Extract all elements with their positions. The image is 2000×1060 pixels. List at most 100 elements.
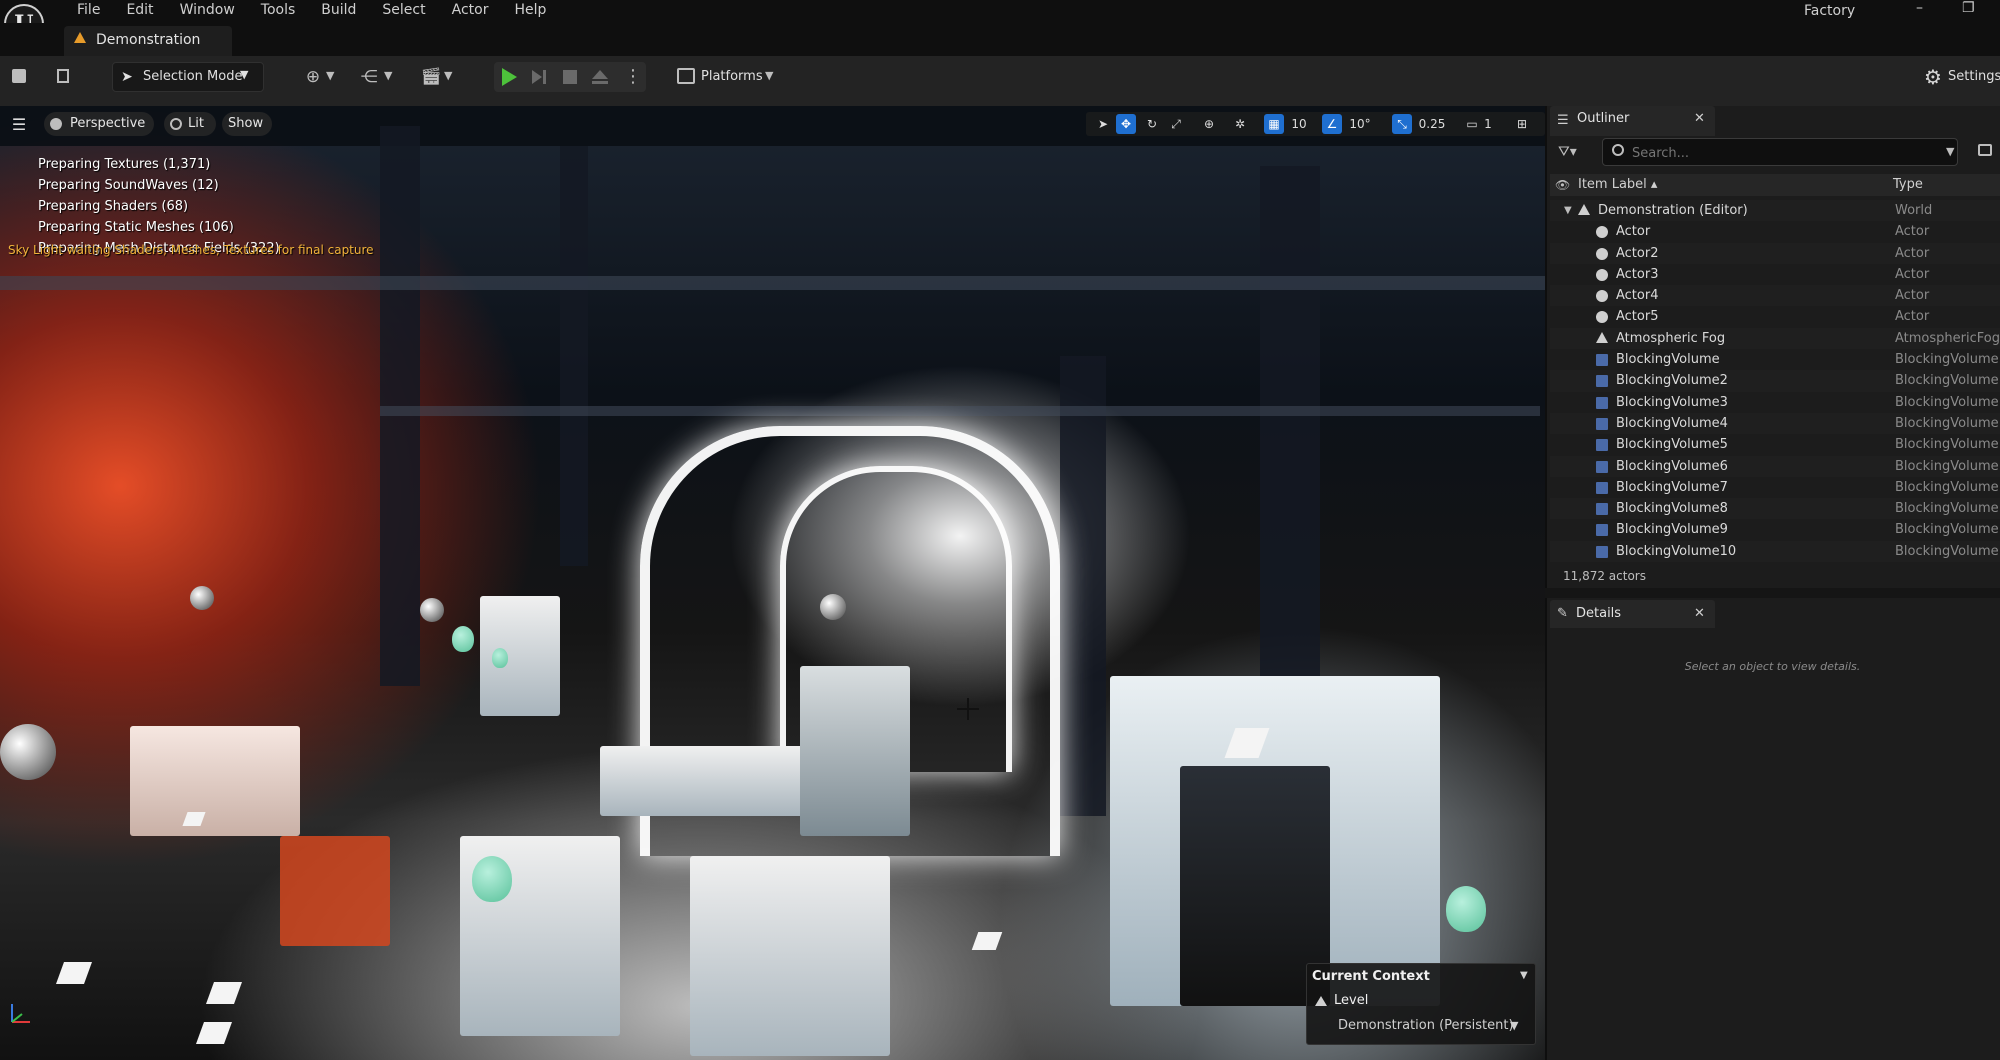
blocking-volume-icon [1596,545,1608,558]
blocking-volume-icon [1596,375,1608,388]
outliner-row-type: AtmosphericFog [1895,330,2000,346]
outliner-row[interactable]: Actor3 Actor [1550,264,2000,285]
translate-tool-icon[interactable]: ✥ [1116,114,1136,134]
outliner-row-label: BlockingVolume7 [1616,479,1728,495]
scale-tool-icon[interactable]: ⤢ [1166,114,1186,134]
outliner-row[interactable]: BlockingVolume10 BlockingVolume [1550,540,2000,563]
scale-snap-icon[interactable]: ⤡ [1392,114,1412,134]
details-empty-message: Select an object to view details. [1684,660,1861,673]
outliner-row-label: BlockingVolume5 [1616,437,1728,453]
grid-snap-icon[interactable]: ▦ [1264,114,1284,134]
details-tab[interactable] [1550,600,1715,628]
menu-file[interactable]: File [64,0,113,23]
settings-button[interactable]: Settings [1948,69,2000,84]
close-icon[interactable]: ✕ [1694,111,1705,126]
select-tool-icon[interactable]: ➤ [1094,114,1112,134]
document-tab-strip [0,23,2000,56]
outliner-row[interactable]: Actor5 Actor [1550,306,2000,327]
outliner-row-type: BlockingVolume [1895,522,1999,538]
rotation-snap-icon[interactable]: ∠ [1322,114,1342,134]
menu-actor[interactable]: Actor [439,0,502,23]
outliner-row-type: Actor [1895,309,1930,325]
scale-snap-value[interactable]: 0.25 [1416,114,1448,134]
outliner-row[interactable]: BlockingVolume4 BlockingVolume [1550,412,2000,435]
outliner-row[interactable]: BlockingVolume6 BlockingVolume [1550,455,2000,477]
grid-snap-value[interactable]: 10 [1288,114,1310,134]
menu-help[interactable]: Help [501,0,559,23]
outliner-row-type: BlockingVolume [1895,373,1999,389]
outliner-row-type: BlockingVolume [1895,352,1999,368]
world-icon [1578,204,1590,215]
outliner-row[interactable]: BlockingVolume3 BlockingVolume [1550,392,2000,413]
gear-icon[interactable]: ⚙ [1924,66,1942,88]
chevron-down-icon[interactable]: ▼ [384,69,392,82]
save-icon[interactable] [8,66,30,88]
world-space-icon[interactable]: ⊕ [1199,114,1219,134]
visibility-eye-icon[interactable]: 👁︎ [1555,178,1570,192]
menu-edit[interactable]: Edit [113,0,166,23]
play-icon[interactable] [502,68,517,86]
chevron-down-icon[interactable]: ▼ [1946,145,1954,158]
outliner-tab[interactable] [1550,106,1715,136]
chevron-down-icon[interactable]: ▼ [1520,970,1528,981]
add-folder-icon[interactable] [1978,144,1992,156]
chevron-down-icon[interactable]: ▼ [444,69,452,82]
rotate-tool-icon[interactable]: ↻ [1142,114,1162,134]
actor-billboard [55,962,93,984]
play-options-icon[interactable]: ⋮ [624,66,642,87]
expand-arrow-icon[interactable]: ▼ [1564,200,1572,221]
restore-button[interactable]: ❐ [1962,0,1975,16]
close-icon[interactable]: ✕ [1694,606,1705,621]
outliner-row[interactable]: Actor Actor [1550,221,2000,242]
chevron-down-icon[interactable]: ▼ [1510,1019,1518,1032]
skip-frame-icon[interactable] [532,70,546,84]
outliner-row[interactable]: BlockingVolume2 BlockingVolume [1550,370,2000,392]
chevron-down-icon[interactable]: ▼ [765,69,773,82]
outliner-row-label: BlockingVolume6 [1616,458,1728,474]
blueprint-icon[interactable]: ⋲ [358,66,380,88]
menu-build[interactable]: Build [308,0,369,23]
outliner-row[interactable]: Atmospheric Fog AtmosphericFog [1550,327,2000,350]
outliner-row-label: Demonstration (Editor) [1598,203,1748,218]
outliner-search-input[interactable] [1630,143,1934,163]
chevron-down-icon: ▼ [240,68,249,81]
outliner-row[interactable]: BlockingVolume9 BlockingVolume [1550,519,2000,540]
filter-icon[interactable]: ⛛▾ [1558,144,1577,160]
platforms-icon[interactable] [677,68,695,84]
chevron-down-icon[interactable]: ▼ [326,69,334,82]
outliner-row-label: Actor2 [1616,245,1659,261]
menu-tools[interactable]: Tools [248,0,309,23]
platforms-button[interactable]: Platforms [701,69,763,84]
type-column[interactable]: Type [1893,177,1923,192]
surface-snap-icon[interactable]: ✲ [1230,114,1250,134]
content-browser-icon[interactable] [54,66,76,88]
blocking-volume-icon [1596,503,1608,516]
actor-icon [1596,290,1608,303]
eject-icon[interactable] [592,70,608,84]
item-label-column[interactable]: Item Label ▴ [1578,177,1657,192]
actor-billboard [971,932,1003,950]
menu-window[interactable]: Window [167,0,248,23]
cinematics-icon[interactable]: 🎬︎ [420,66,442,88]
minimize-button[interactable]: – [1916,0,1923,16]
main-toolbar [0,56,2000,107]
outliner-row[interactable]: BlockingVolume7 BlockingVolume [1550,477,2000,498]
menu-select[interactable]: Select [369,0,438,23]
camera-speed-value[interactable]: 1 [1482,114,1494,134]
outliner-row[interactable]: ▼ Demonstration (Editor) World [1550,200,2000,222]
current-level-dropdown[interactable]: Demonstration (Persistent) [1338,1018,1514,1033]
crosshair-icon [967,698,969,720]
viewport-layout-icon[interactable]: ⊞ [1512,114,1532,134]
outliner-row[interactable]: BlockingVolume BlockingVolume [1550,349,2000,370]
outliner-row[interactable]: Actor4 Actor [1550,285,2000,307]
add-actor-icon[interactable]: ⊕ [302,66,324,88]
outliner-row-label: BlockingVolume3 [1616,394,1728,410]
hamburger-menu-icon[interactable]: ☰ [8,114,30,136]
camera-speed-icon[interactable]: ▭ [1462,114,1482,134]
outliner-row-label: BlockingVolume9 [1616,522,1728,538]
stop-icon[interactable] [563,70,577,84]
rotation-snap-value[interactable]: 10° [1346,114,1374,134]
outliner-row[interactable]: BlockingVolume5 BlockingVolume [1550,434,2000,455]
outliner-row[interactable]: Actor2 Actor [1550,242,2000,264]
outliner-row[interactable]: BlockingVolume8 BlockingVolume [1550,498,2000,520]
